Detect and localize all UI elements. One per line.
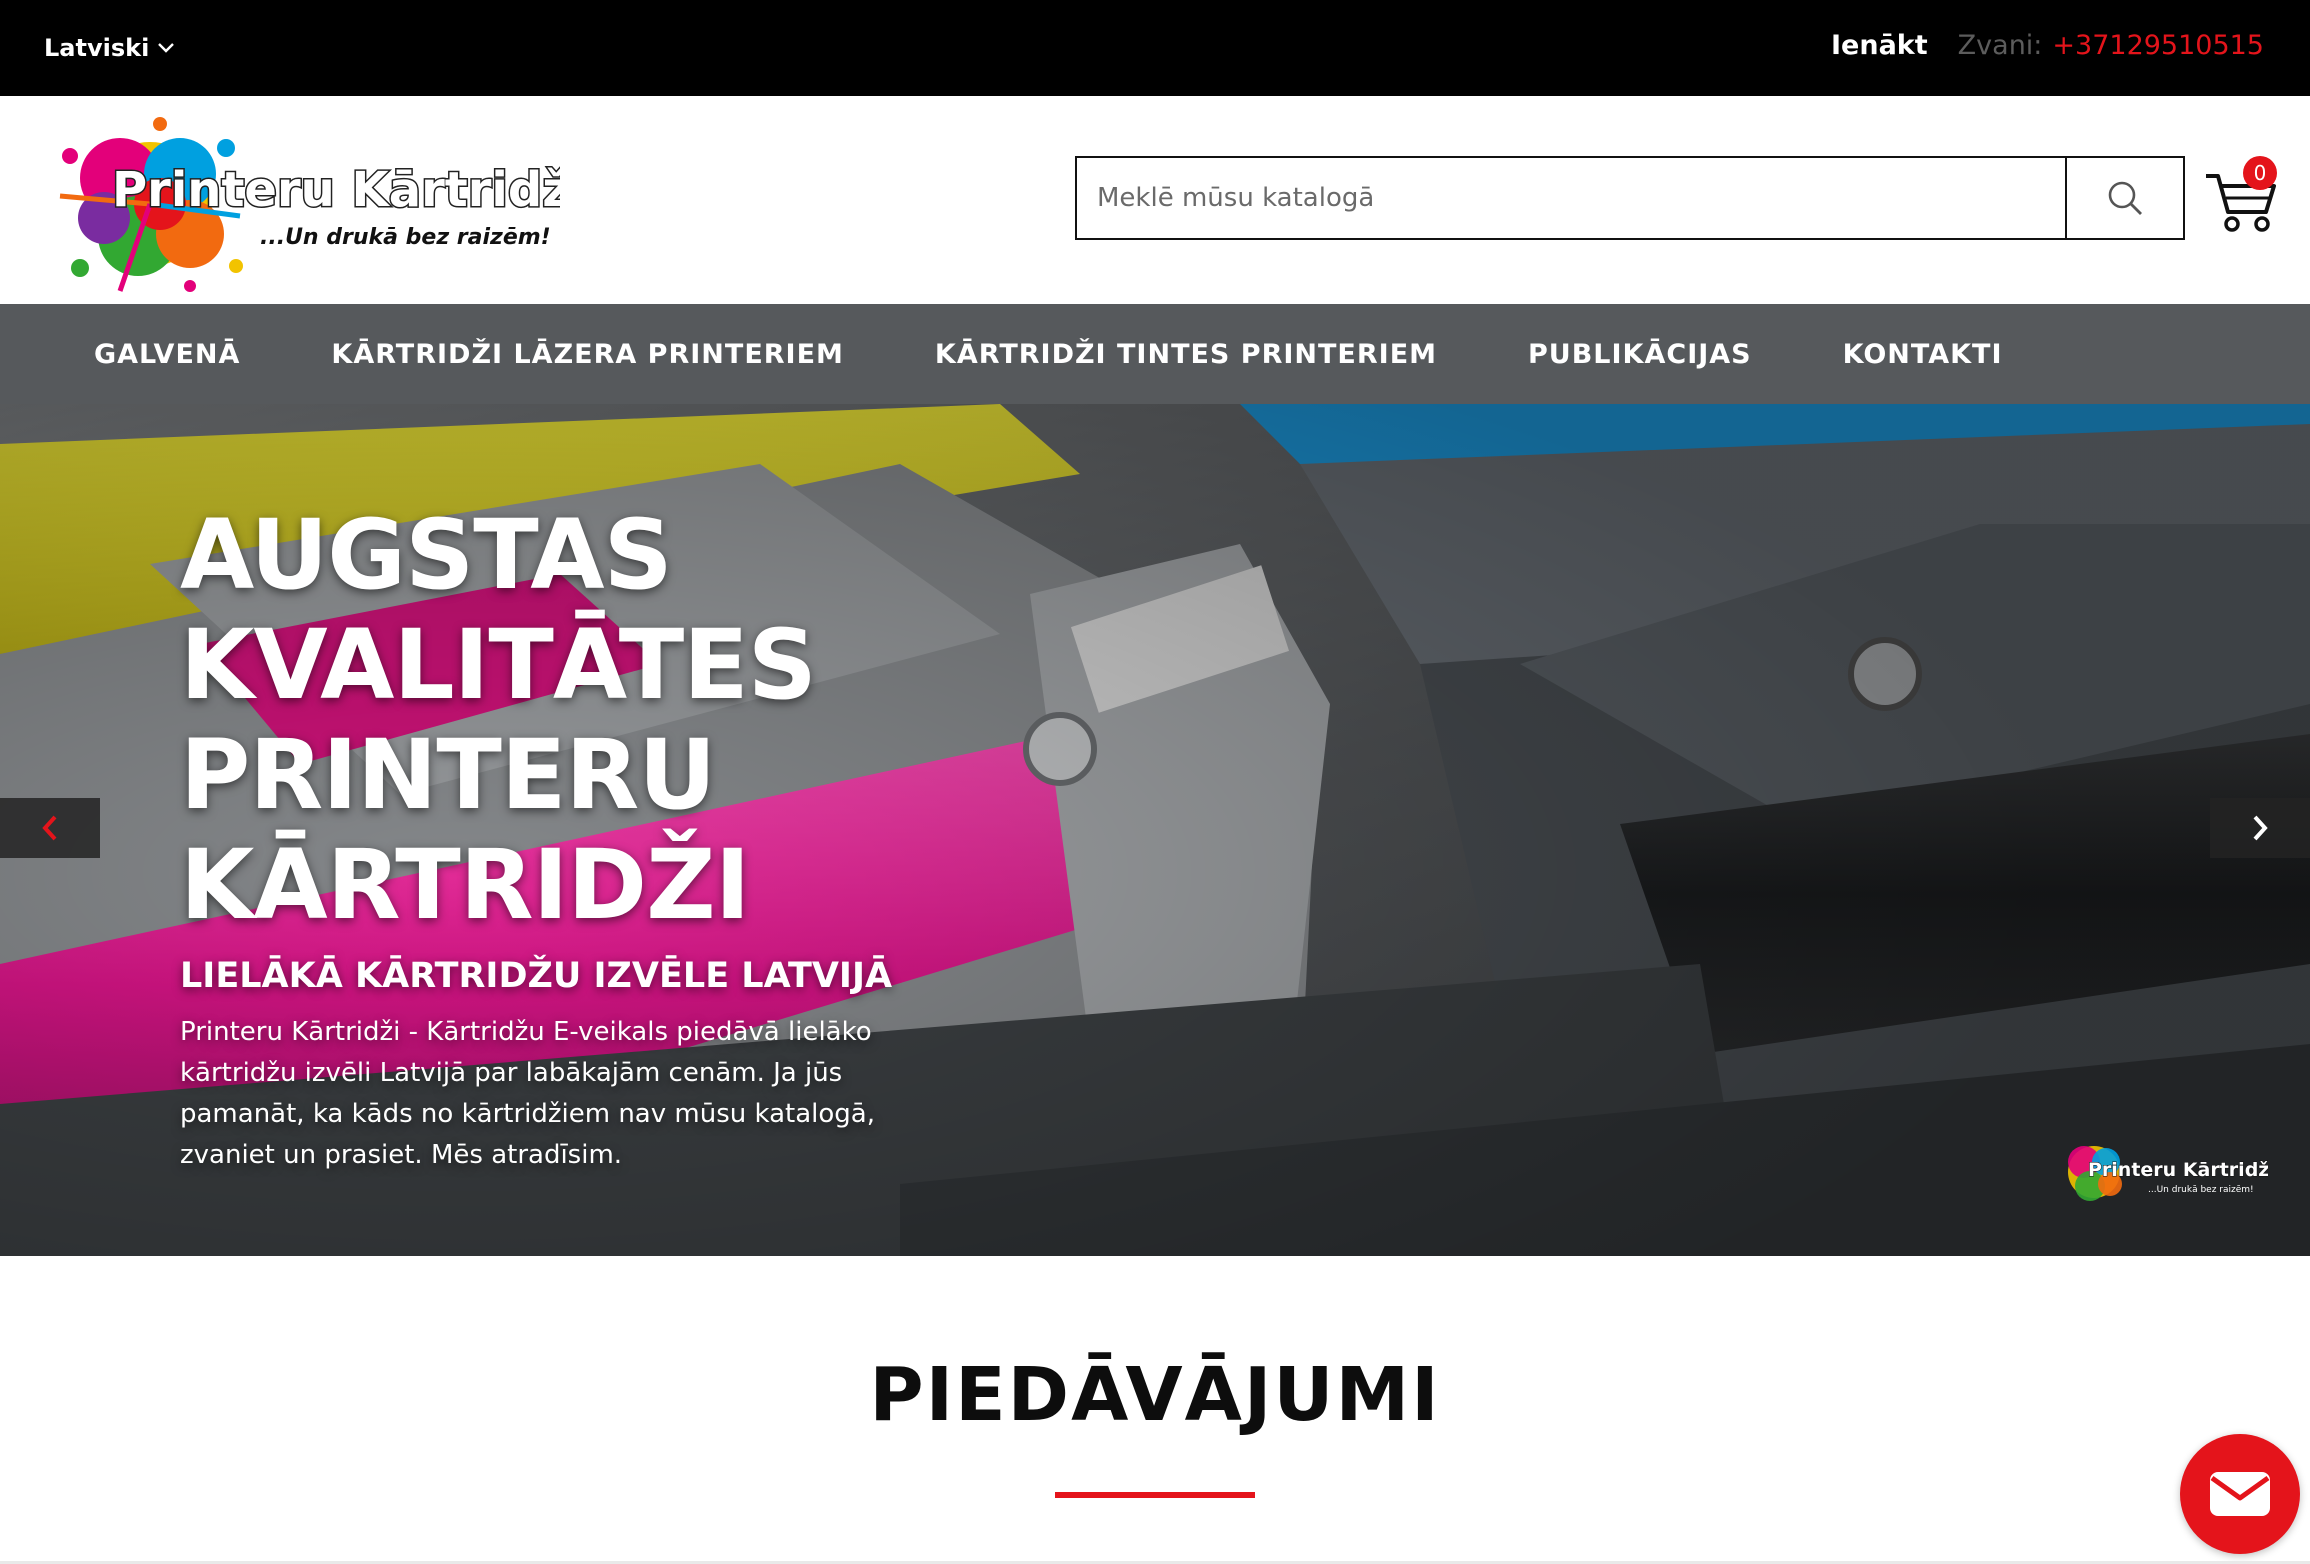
- offers-heading-underline: [1055, 1492, 1255, 1498]
- cart-count-badge: 0: [2243, 156, 2277, 190]
- logo-tagline: ...Un drukā bez raizēm!: [260, 225, 551, 250]
- site-logo[interactable]: Printeru Kārtridži ...Un drukā bez raizē…: [40, 96, 560, 304]
- search-bar: [1075, 156, 2185, 240]
- chevron-down-icon: [158, 43, 175, 53]
- top-bar-right: Ienākt Zvani: +37129510515: [1831, 30, 2264, 61]
- nav-item-publications[interactable]: PUBLIKĀCIJAS: [1528, 339, 1752, 370]
- top-bar: Latviski Ienākt Zvani: +37129510515: [0, 0, 2310, 96]
- language-selector[interactable]: Latviski: [44, 34, 175, 62]
- chat-button[interactable]: [2180, 1434, 2300, 1554]
- slider-next-button[interactable]: [2210, 798, 2310, 858]
- search-icon: [2108, 181, 2142, 215]
- search-button[interactable]: [2065, 158, 2183, 238]
- hero-watermark-title: Printeru Kārtridži: [2088, 1159, 2268, 1181]
- nav-item-contacts[interactable]: KONTAKTI: [1843, 339, 2003, 370]
- nav-item-laser-cartridges[interactable]: KĀRTRIDŽI LĀZERA PRINTERIEM: [331, 339, 844, 370]
- hero-watermark-logo: Printeru Kārtridži ...Un drukā bez raizē…: [2068, 1146, 2268, 1201]
- site-header: Printeru Kārtridži ...Un drukā bez raizē…: [0, 96, 2310, 304]
- search-input[interactable]: [1077, 158, 2065, 238]
- hero-title: AUGSTAS KVALITĀTES PRINTERU KĀRTRIDŽI: [180, 499, 817, 941]
- slider-prev-button[interactable]: [0, 798, 100, 858]
- login-link[interactable]: Ienākt: [1831, 30, 1928, 61]
- mail-icon: [2210, 1472, 2270, 1516]
- hero-watermark-tagline: ...Un drukā bez raizēm!: [2148, 1185, 2254, 1195]
- nav-item-home[interactable]: GALVENĀ: [94, 339, 240, 370]
- offers-heading: PIEDĀVĀJUMI: [869, 1352, 1441, 1438]
- nav-item-ink-cartridges[interactable]: KĀRTRIDŽI TINTES PRINTERIEM: [935, 339, 1437, 370]
- main-nav: GALVENĀ KĀRTRIDŽI LĀZERA PRINTERIEM KĀRT…: [0, 304, 2310, 404]
- chevron-right-icon: [2253, 815, 2268, 841]
- logo-title: Printeru Kārtridži: [112, 162, 560, 218]
- call-label: Zvani:: [1957, 30, 2043, 61]
- hero-caption: AUGSTAS KVALITĀTES PRINTERU KĀRTRIDŽI LI…: [180, 500, 940, 1176]
- hero-description: Printeru Kārtridži - Kārtridžu E-veikals…: [180, 1017, 875, 1170]
- language-label: Latviski: [44, 34, 150, 62]
- hero-subtitle: LIELĀKĀ KĀRTRIDŽU IZVĒLE LATVIJĀ: [180, 956, 893, 996]
- hero-slider: AUGSTAS KVALITĀTES PRINTERU KĀRTRIDŽI LI…: [0, 404, 2310, 1256]
- phone-link[interactable]: +37129510515: [2052, 30, 2264, 61]
- chevron-left-icon: [42, 815, 57, 841]
